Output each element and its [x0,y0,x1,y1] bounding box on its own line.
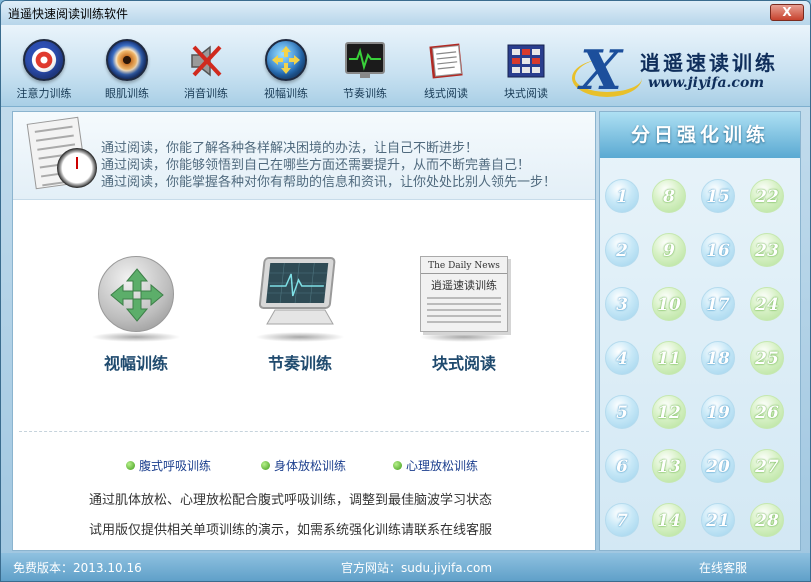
intro-line: 通过阅读，你能了解各种各样解决困境的办法，让自己不断进步！ [101,141,479,156]
day-button[interactable]: 14 [652,503,686,537]
toolbar-mute-training[interactable]: 消音训练 [171,39,241,103]
description-line: 通过肌体放松、心理放松配合腹式呼吸训练，调整到最佳脑波学习状态 [89,493,493,508]
day-button[interactable]: 11 [652,341,686,375]
heartbeat-monitor-icon [343,39,387,83]
toolbar-label: 消音训练 [184,87,228,100]
icon-shadow [419,332,509,342]
version-label: 免费版本：2013.10.16 [13,561,142,575]
brand-logo: X 逍遥速读训练 www.jiyifa.com [572,38,796,102]
toolbar-label: 视幅训练 [264,87,308,100]
day-button[interactable]: 12 [652,395,686,429]
toolbar-label: 块式阅读 [504,87,548,100]
day-button[interactable]: 8 [652,179,686,213]
notebook-icon [424,39,468,83]
green-dot-icon [393,461,402,470]
toolbar-label: 线式阅读 [424,87,468,100]
newspaper-icon: The Daily News 逍遥速读训练 [420,256,508,332]
feature-visual-span[interactable]: 视幅训练 [61,256,211,374]
day-button[interactable]: 16 [701,233,735,267]
stopwatch-icon [57,148,97,188]
day-button[interactable]: 27 [750,449,784,483]
feature-label: 节奏训练 [267,354,332,373]
day-button[interactable]: 4 [605,341,639,375]
feature-label: 块式阅读 [431,354,496,373]
day-button[interactable]: 6 [605,449,639,483]
toolbar-visual-span-training[interactable]: 视幅训练 [251,39,321,103]
day-button[interactable]: 15 [701,179,735,213]
link-label: 心理放松训练 [406,459,479,473]
toolbar-label: 节奏训练 [343,87,387,100]
day-button[interactable]: 28 [750,503,784,537]
link-mind-relaxation[interactable]: 心理放松训练 [393,457,478,474]
link-label: 腹式呼吸训练 [139,459,212,473]
website-label: 官方网站：sudu.jiyifa.com [341,561,493,575]
description-line: 试用版仅提供相关单项训练的演示，如需系统强化训练请联系在线客服 [89,523,493,538]
intro-line: 通过阅读，你能够领悟到自己在哪些方面还需要提升，从而不断完善自己！ [101,158,531,173]
newspaper-title: The Daily News [421,261,507,274]
window-title: 逍遥快速阅读训练软件 [8,6,129,21]
logo-x-mark: X [580,38,622,102]
day-button[interactable]: 19 [701,395,735,429]
green-dot-icon [126,461,135,470]
grid-blocks-icon [504,39,548,83]
intro-lines: 通过阅读，你能了解各种各样解决困境的办法，让自己不断进步！ 通过阅读，你能够领悟… [101,140,556,191]
day-button[interactable]: 20 [701,449,735,483]
eye-icon [105,39,149,83]
day-button[interactable]: 10 [652,287,686,321]
day-button[interactable]: 9 [652,233,686,267]
brand-url: www.jiyifa.com [648,75,765,91]
brand-name: 逍遥速读训练 [640,51,778,75]
toolbar-label: 眼肌训练 [105,87,149,100]
day-button[interactable]: 3 [605,287,639,321]
monitor-icon [255,256,345,332]
day-button[interactable]: 18 [701,341,735,375]
mute-icon [184,39,228,83]
feature-block-reading[interactable]: The Daily News 逍遥速读训练 块式阅读 [389,256,539,374]
day-button[interactable]: 22 [750,179,784,213]
divider [19,431,589,432]
target-icon [22,39,66,83]
day-button[interactable]: 26 [750,395,784,429]
panel-title: 分日强化训练 [600,112,800,158]
day-button[interactable]: 17 [701,287,735,321]
day-button[interactable]: 21 [701,503,735,537]
day-button[interactable]: 7 [605,503,639,537]
day-button[interactable]: 25 [750,341,784,375]
feature-label: 视幅训练 [103,354,168,373]
icon-shadow [255,332,345,342]
intro-banner: 通过阅读，你能了解各种各样解决困境的办法，让自己不断进步！ 通过阅读，你能够领悟… [13,112,595,200]
day-button[interactable]: 24 [750,287,784,321]
toolbar: 注意力训练 眼肌训练 消音训练 视幅训练 节奏训练 线式阅读 块式阅读 X 逍遥… [1,25,810,107]
toolbar-line-reading[interactable]: 线式阅读 [411,39,481,103]
main-panel: 通过阅读，你能了解各种各样解决困境的办法，让自己不断进步！ 通过阅读，你能够领悟… [12,111,596,551]
expand-arrows-icon [264,39,308,83]
link-label: 身体放松训练 [274,459,347,473]
feature-grid: 视幅训练 节奏训练 The Daily News 逍遥速读训练 块式阅读 [13,252,595,374]
day-button[interactable]: 5 [605,395,639,429]
day-button[interactable]: 2 [605,233,639,267]
toolbar-rhythm-training[interactable]: 节奏训练 [330,39,400,103]
link-abdominal-breathing[interactable]: 腹式呼吸训练 [126,457,211,474]
expand-arrows-icon [98,256,174,332]
intro-line: 通过阅读，你能掌握各种对你有帮助的信息和资讯，让你处处比别人领先一步！ [101,175,557,190]
toolbar-block-reading[interactable]: 块式阅读 [491,39,561,103]
day-button[interactable]: 13 [652,449,686,483]
online-support-link[interactable]: 在线客服 [699,559,747,576]
green-dot-icon [261,461,270,470]
daily-training-panel: 分日强化训练 1 8 15 22 2 9 16 23 3 10 17 24 4 11 18 25 5 12 19 26… [599,111,801,551]
day-button[interactable]: 23 [750,233,784,267]
relaxation-links: 腹式呼吸训练 身体放松训练 心理放松训练 [13,457,595,475]
close-button[interactable]: X [770,4,804,21]
toolbar-eye-training[interactable]: 眼肌训练 [92,39,162,103]
day-button[interactable]: 1 [605,179,639,213]
toolbar-attention-training[interactable]: 注意力训练 [9,39,79,103]
toolbar-label: 注意力训练 [16,87,72,100]
newspaper-headline: 逍遥速读训练 [431,279,497,292]
app-window: 逍遥快速阅读训练软件 X 注意力训练 眼肌训练 消音训练 视幅训练 节奏训练 线… [0,0,811,582]
status-bar: 免费版本：2013.10.16 官方网站：sudu.jiyifa.com 在线客… [1,553,810,581]
icon-shadow [91,332,181,342]
feature-rhythm[interactable]: 节奏训练 [225,256,375,374]
title-bar: 逍遥快速阅读训练软件 X [1,1,810,25]
link-body-relaxation[interactable]: 身体放松训练 [261,457,346,474]
